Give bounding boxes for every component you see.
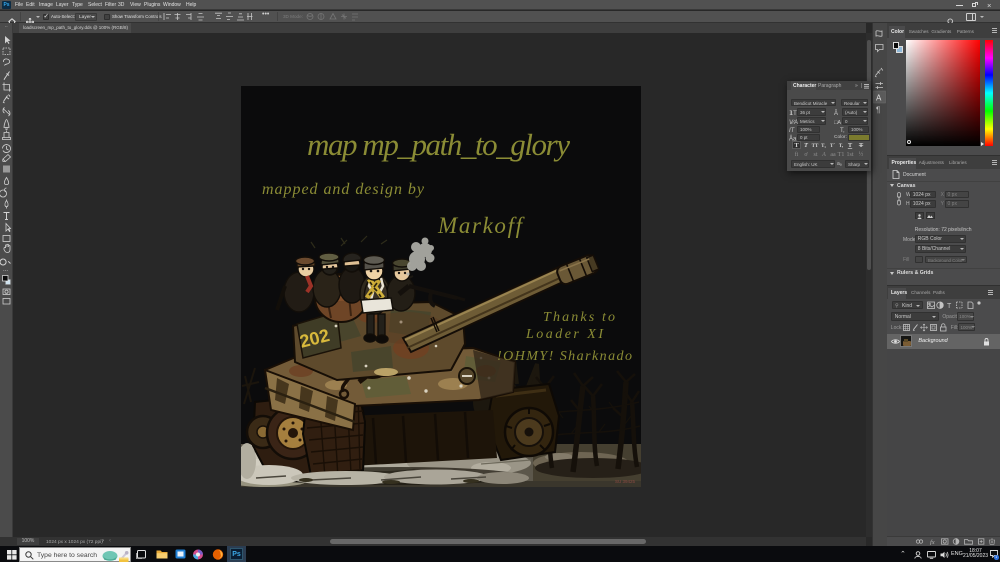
svg-text:T₁: T₁ — [821, 144, 826, 149]
svg-text:1st: 1st — [846, 152, 853, 158]
svg-text:SU 39425: SU 39425 — [615, 479, 636, 484]
svg-text:fx: fx — [930, 539, 935, 545]
svg-text:!OHMY! Sharknado: !OHMY! Sharknado — [497, 349, 632, 364]
svg-text:ơ: ơ — [804, 152, 808, 158]
svg-text:T: T — [794, 142, 799, 149]
svg-text:map mp_path_to_glory: map mp_path_to_glory — [307, 127, 570, 162]
svg-text:st: st — [813, 152, 817, 158]
svg-text:½: ½ — [859, 151, 864, 158]
svg-text:¶: ¶ — [876, 106, 880, 115]
svg-text:Markoff: Markoff — [437, 213, 526, 238]
svg-text:Thanks to: Thanks to — [543, 310, 615, 325]
svg-text:mapped and design by: mapped and design by — [262, 181, 425, 198]
svg-text:T,: T, — [840, 128, 845, 134]
svg-text:T: T — [804, 142, 809, 149]
svg-text:T´: T´ — [830, 144, 835, 149]
svg-text:A: A — [876, 94, 882, 103]
svg-text:T1: T1 — [838, 152, 845, 158]
svg-text:Â: Â — [834, 110, 838, 117]
svg-text:𝟭T: 𝟭T — [789, 111, 797, 117]
svg-text:Loader XI: Loader XI — [525, 327, 604, 342]
svg-text:TT: TT — [812, 144, 819, 149]
svg-text:aa: aa — [830, 152, 836, 158]
svg-text:IT: IT — [789, 128, 796, 134]
svg-text:T: T — [947, 303, 952, 310]
svg-text:T: T — [848, 142, 853, 149]
svg-text:T: T — [859, 142, 864, 149]
svg-text:fi: fi — [795, 151, 799, 158]
svg-text:T,: T, — [839, 144, 844, 149]
svg-text:...: ... — [3, 267, 8, 273]
svg-text:A: A — [821, 152, 826, 158]
